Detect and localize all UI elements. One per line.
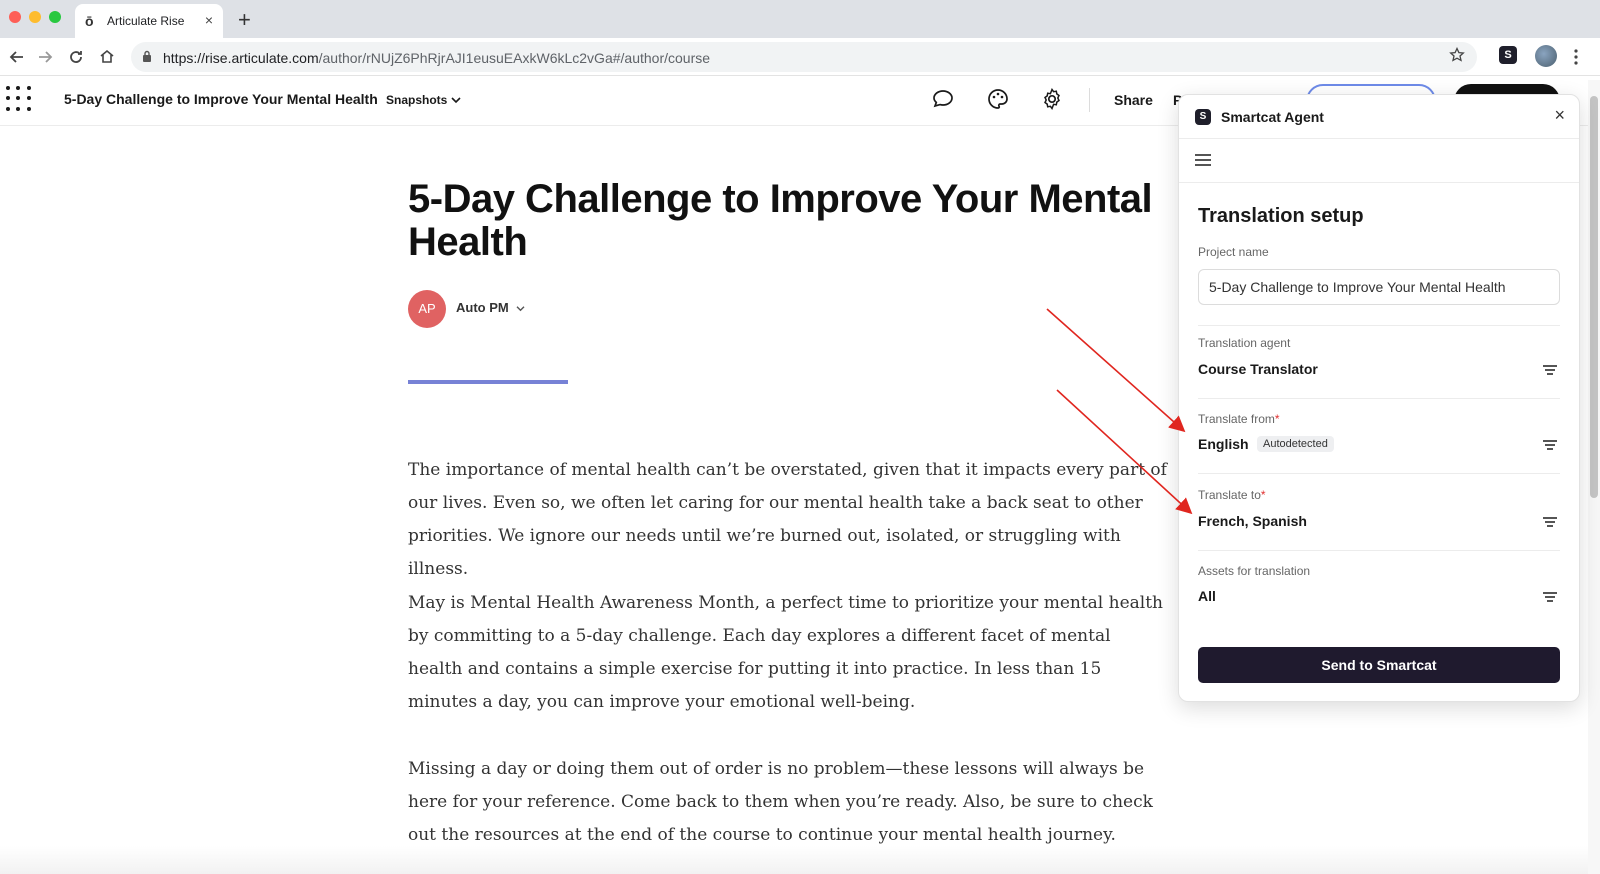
snapshots-dropdown[interactable]: Snapshots [386, 93, 461, 107]
window-minimize-button[interactable] [29, 11, 41, 23]
filter-icon[interactable] [1543, 440, 1557, 451]
author-name[interactable]: Auto PM [456, 300, 509, 315]
course-title: 5-Day Challenge to Improve Your Mental H… [408, 177, 1153, 264]
project-name-label: Project name [1198, 245, 1269, 259]
translation-agent-label: Translation agent [1198, 336, 1291, 350]
arrow-to-translate-from [1046, 308, 1186, 433]
smartcat-logo-icon: S [1195, 109, 1211, 125]
hamburger-menu-icon[interactable] [1195, 154, 1211, 167]
comments-icon[interactable] [931, 87, 955, 111]
course-header-title: 5-Day Challenge to Improve Your Mental H… [64, 91, 378, 107]
bookmark-star-icon[interactable] [1449, 47, 1465, 63]
reload-icon[interactable] [68, 49, 84, 65]
send-to-smartcat-button[interactable]: Send to Smartcat [1198, 647, 1560, 683]
app-grid-icon[interactable] [6, 86, 32, 112]
profile-avatar[interactable] [1535, 45, 1557, 67]
window-maximize-button[interactable] [49, 11, 61, 23]
lock-icon [143, 50, 151, 62]
scrollbar-thumb[interactable] [1590, 96, 1598, 498]
address-bar[interactable]: https://rise.articulate.com/author/rNUjZ… [131, 42, 1477, 72]
panel-title: Smartcat Agent [1221, 109, 1324, 125]
divider [1198, 325, 1560, 326]
author-avatar[interactable]: AP [408, 290, 446, 328]
filter-icon[interactable] [1543, 592, 1557, 603]
translation-agent-value[interactable]: Course Translator [1198, 361, 1318, 377]
articulate-favicon-icon: ō [85, 13, 94, 29]
panel-header: S Smartcat Agent × [1179, 95, 1579, 139]
share-button[interactable]: Share [1114, 92, 1153, 108]
autodetected-badge: Autodetected [1257, 436, 1334, 452]
chevron-down-icon [451, 97, 461, 104]
home-icon[interactable] [99, 48, 115, 64]
body-paragraph-2: May is Mental Health Awareness Month, a … [408, 593, 1163, 712]
translate-to-label: Translate to* [1198, 488, 1266, 502]
chevron-down-icon[interactable] [516, 305, 525, 312]
divider [1198, 473, 1560, 474]
filter-icon[interactable] [1543, 365, 1557, 376]
browser-tab-bar: ō Articulate Rise × + [0, 0, 1600, 38]
header-divider [1089, 88, 1090, 112]
body-paragraph-3: Missing a day or doing them out of order… [408, 759, 1153, 845]
window-close-button[interactable] [9, 11, 21, 23]
body-paragraph-1: The importance of mental health can’t be… [408, 460, 1167, 579]
project-name-field[interactable]: 5-Day Challenge to Improve Your Mental H… [1198, 269, 1560, 305]
bottom-fade [0, 846, 1600, 874]
smartcat-extension-icon[interactable]: S [1499, 46, 1517, 64]
browser-toolbar: https://rise.articulate.com/author/rNUjZ… [0, 38, 1600, 76]
filter-icon[interactable] [1543, 517, 1557, 528]
assets-label: Assets for translation [1198, 564, 1311, 578]
divider [1198, 550, 1560, 551]
title-accent-bar [408, 380, 568, 384]
settings-gear-icon[interactable] [1040, 87, 1064, 111]
browser-menu-icon[interactable] [1573, 49, 1579, 65]
translate-from-label: Translate from* [1198, 412, 1280, 426]
smartcat-agent-panel: S Smartcat Agent × Translation setup Pro… [1178, 94, 1580, 702]
assets-value[interactable]: All [1198, 588, 1216, 604]
new-tab-button[interactable]: + [238, 7, 251, 33]
url-text: https://rise.articulate.com/author/rNUjZ… [163, 50, 711, 66]
forward-arrow-icon[interactable] [37, 49, 53, 65]
panel-menu-row [1179, 139, 1579, 183]
browser-tab[interactable]: ō Articulate Rise × [75, 4, 223, 38]
translation-setup-title: Translation setup [1198, 205, 1364, 227]
back-arrow-icon[interactable] [9, 49, 25, 65]
divider [1198, 398, 1560, 399]
tab-close-icon[interactable]: × [205, 12, 213, 28]
theme-palette-icon[interactable] [986, 87, 1010, 111]
translate-from-value[interactable]: English [1198, 436, 1249, 452]
close-icon[interactable]: × [1554, 105, 1565, 126]
tab-title: Articulate Rise [107, 14, 185, 28]
translate-to-value[interactable]: French, Spanish [1198, 513, 1307, 529]
